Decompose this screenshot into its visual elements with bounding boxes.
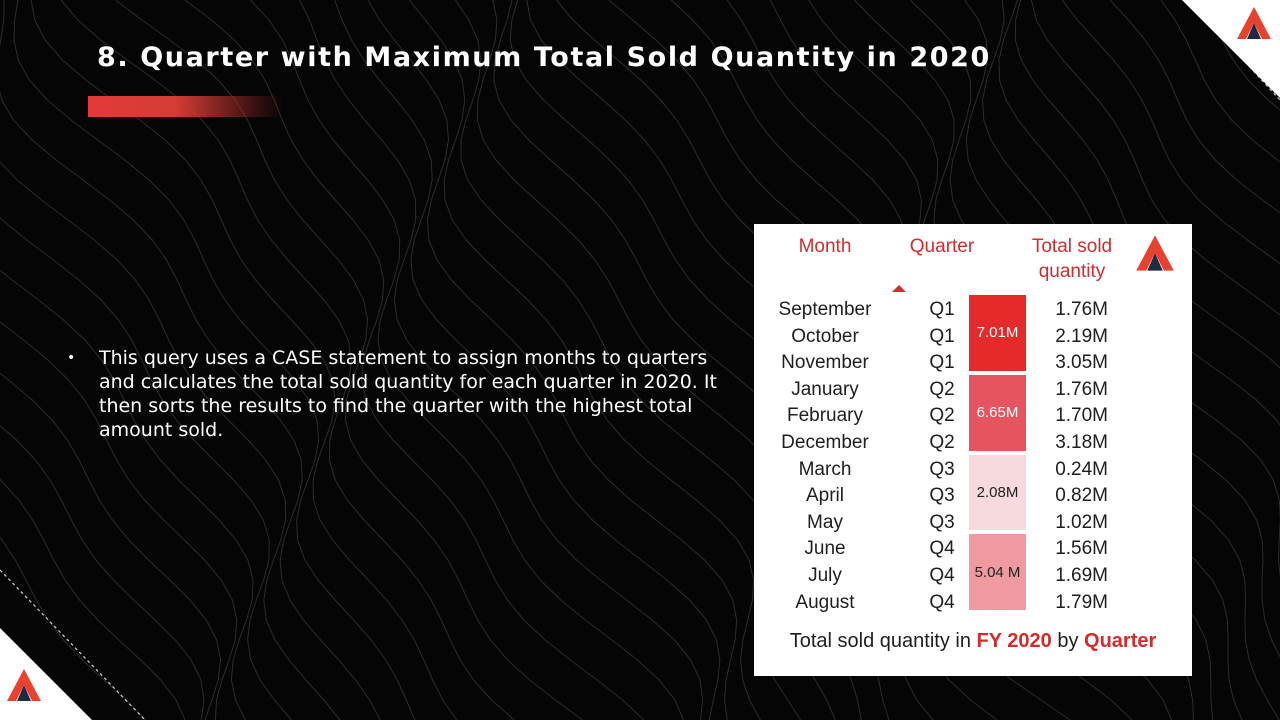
value-cell: 1.56M: [1055, 538, 1108, 560]
table-caption: Total sold quantity in FY 2020 by Quarte…: [754, 630, 1192, 653]
month-cell: October: [791, 325, 859, 347]
quarter-cell: Q2: [929, 378, 955, 400]
quarter-cell: Q3: [929, 458, 955, 480]
bullet-text: This query uses a CASE statement to assi…: [99, 347, 717, 441]
header-quarter: Quarter: [909, 236, 975, 257]
month-cell: January: [791, 378, 859, 400]
header-month: Month: [798, 236, 852, 257]
quarter-cell: Q3: [929, 511, 955, 533]
quarter-cell: Q4: [929, 538, 955, 560]
value-cell: 1.02M: [1055, 511, 1108, 533]
month-cell: February: [786, 405, 864, 427]
quarter-table-card: Month Quarter Total sold quantity Septem…: [754, 224, 1192, 676]
caption-prefix: Total sold quantity in: [789, 630, 977, 652]
month-cell: July: [808, 565, 842, 586]
month-cell: September: [778, 299, 872, 320]
value-cell: 1.79M: [1055, 591, 1108, 613]
caption-fy: FY 2020: [976, 630, 1052, 652]
quarter-cell: Q2: [929, 405, 955, 427]
month-cell: December: [781, 432, 869, 453]
quarter-total-box: 6.65M: [969, 374, 1026, 451]
quarter-cell: Q2: [929, 432, 955, 453]
month-cell: March: [798, 458, 852, 480]
value-cell: 0.82M: [1055, 485, 1108, 507]
month-cell: May: [807, 511, 843, 533]
page-title: 8. Quarter with Maximum Total Sold Quant…: [97, 42, 991, 73]
caption-quarter: Quarter: [1084, 630, 1157, 652]
value-cell: 3.05M: [1055, 352, 1108, 374]
quarter-cell: Q3: [929, 485, 955, 507]
header-total-sold-quantity: Total sold quantity: [1031, 236, 1113, 282]
quarter-total-box: 2.08M: [969, 454, 1026, 531]
value-cell: 1.76M: [1055, 378, 1108, 400]
caption-mid: by: [1051, 630, 1085, 652]
bullet-point: • This query uses a CASE statement to as…: [67, 346, 727, 442]
sort-desc-icon: [892, 285, 906, 292]
month-cell: August: [795, 591, 855, 613]
month-cell: April: [805, 485, 844, 507]
value-cell: 1.76M: [1055, 299, 1108, 320]
bullet-marker: •: [67, 350, 76, 366]
brand-a-logo-icon: [7, 669, 41, 701]
brand-a-logo-icon: [1136, 235, 1174, 271]
month-cell: June: [804, 538, 846, 560]
value-cell: 1.69M: [1055, 565, 1108, 586]
quarter-cell: Q4: [929, 565, 955, 586]
brand-a-logo-icon: [1237, 7, 1271, 39]
month-cell: November: [781, 352, 869, 374]
quarter-total-box: 5.04 M: [969, 534, 1026, 611]
quarter-cell: Q4: [929, 591, 955, 613]
value-cell: 0.24M: [1055, 458, 1108, 480]
value-cell: 3.18M: [1055, 432, 1108, 453]
quarter-cell: Q1: [929, 299, 955, 320]
value-cell: 1.70M: [1055, 405, 1108, 427]
quarter-total-box: 7.01M: [969, 295, 1026, 371]
value-cell: 2.19M: [1055, 325, 1108, 347]
quarter-cell: Q1: [929, 352, 955, 374]
quarter-cell: Q1: [929, 325, 955, 347]
title-accent-bar: [88, 96, 283, 117]
